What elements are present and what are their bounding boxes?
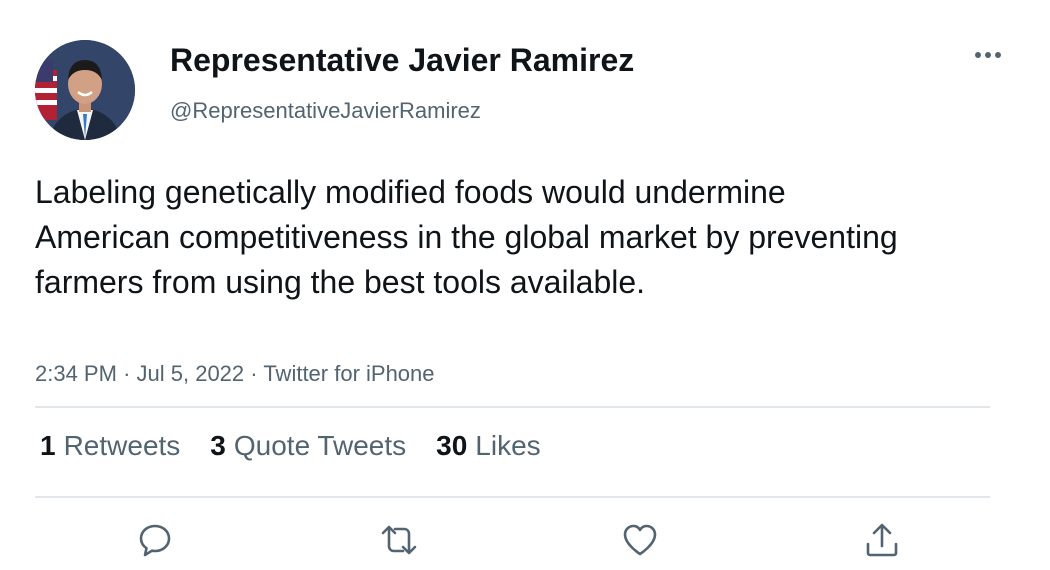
retweet-icon [381,525,417,555]
tweet-date[interactable]: Jul 5, 2022 [137,361,245,386]
meta-separator: · [123,361,136,386]
retweet-button[interactable] [374,515,424,565]
separator-dot: · [123,361,131,386]
tweet-text: Labeling genetically modified foods woul… [35,174,898,300]
avatar[interactable] [35,40,135,140]
retweets-stat[interactable]: 1 Retweets [40,430,180,462]
tweet-metadata: 2:34 PM · Jul 5, 2022 · Twitter for iPho… [35,361,435,387]
more-options-button[interactable] [970,40,1006,70]
retweets-count: 1 [40,430,56,461]
likes-label: Likes [475,430,541,461]
likes-count: 30 [436,430,468,461]
quote-tweets-count: 3 [210,430,226,461]
divider-bottom [35,496,990,498]
quote-tweets-stat[interactable]: 3 Quote Tweets [210,430,406,462]
likes-stat[interactable]: 30 Likes [436,430,541,462]
author-handle[interactable]: @RepresentativeJavierRamirez [170,98,481,124]
quote-tweets-label: Quote Tweets [233,430,407,461]
engagement-stats: 1 Retweets 3 Quote Tweets 30 Likes [40,430,541,462]
avatar-image [35,40,135,140]
more-horizontal-icon [975,52,1001,58]
tweet-time[interactable]: 2:34 PM [35,361,117,386]
reply-button[interactable] [130,515,180,565]
heart-icon [623,524,657,556]
divider-top [35,406,990,408]
share-button[interactable] [857,515,907,565]
meta-separator: · [250,361,263,386]
tweet-source[interactable]: Twitter for iPhone [263,361,434,386]
reply-icon [139,524,171,557]
retweets-label: Retweets [63,430,181,461]
like-button[interactable] [615,515,665,565]
separator-dot: · [250,361,258,386]
author-display-name[interactable]: Representative Javier Ramirez [170,42,634,79]
share-icon [866,523,898,557]
